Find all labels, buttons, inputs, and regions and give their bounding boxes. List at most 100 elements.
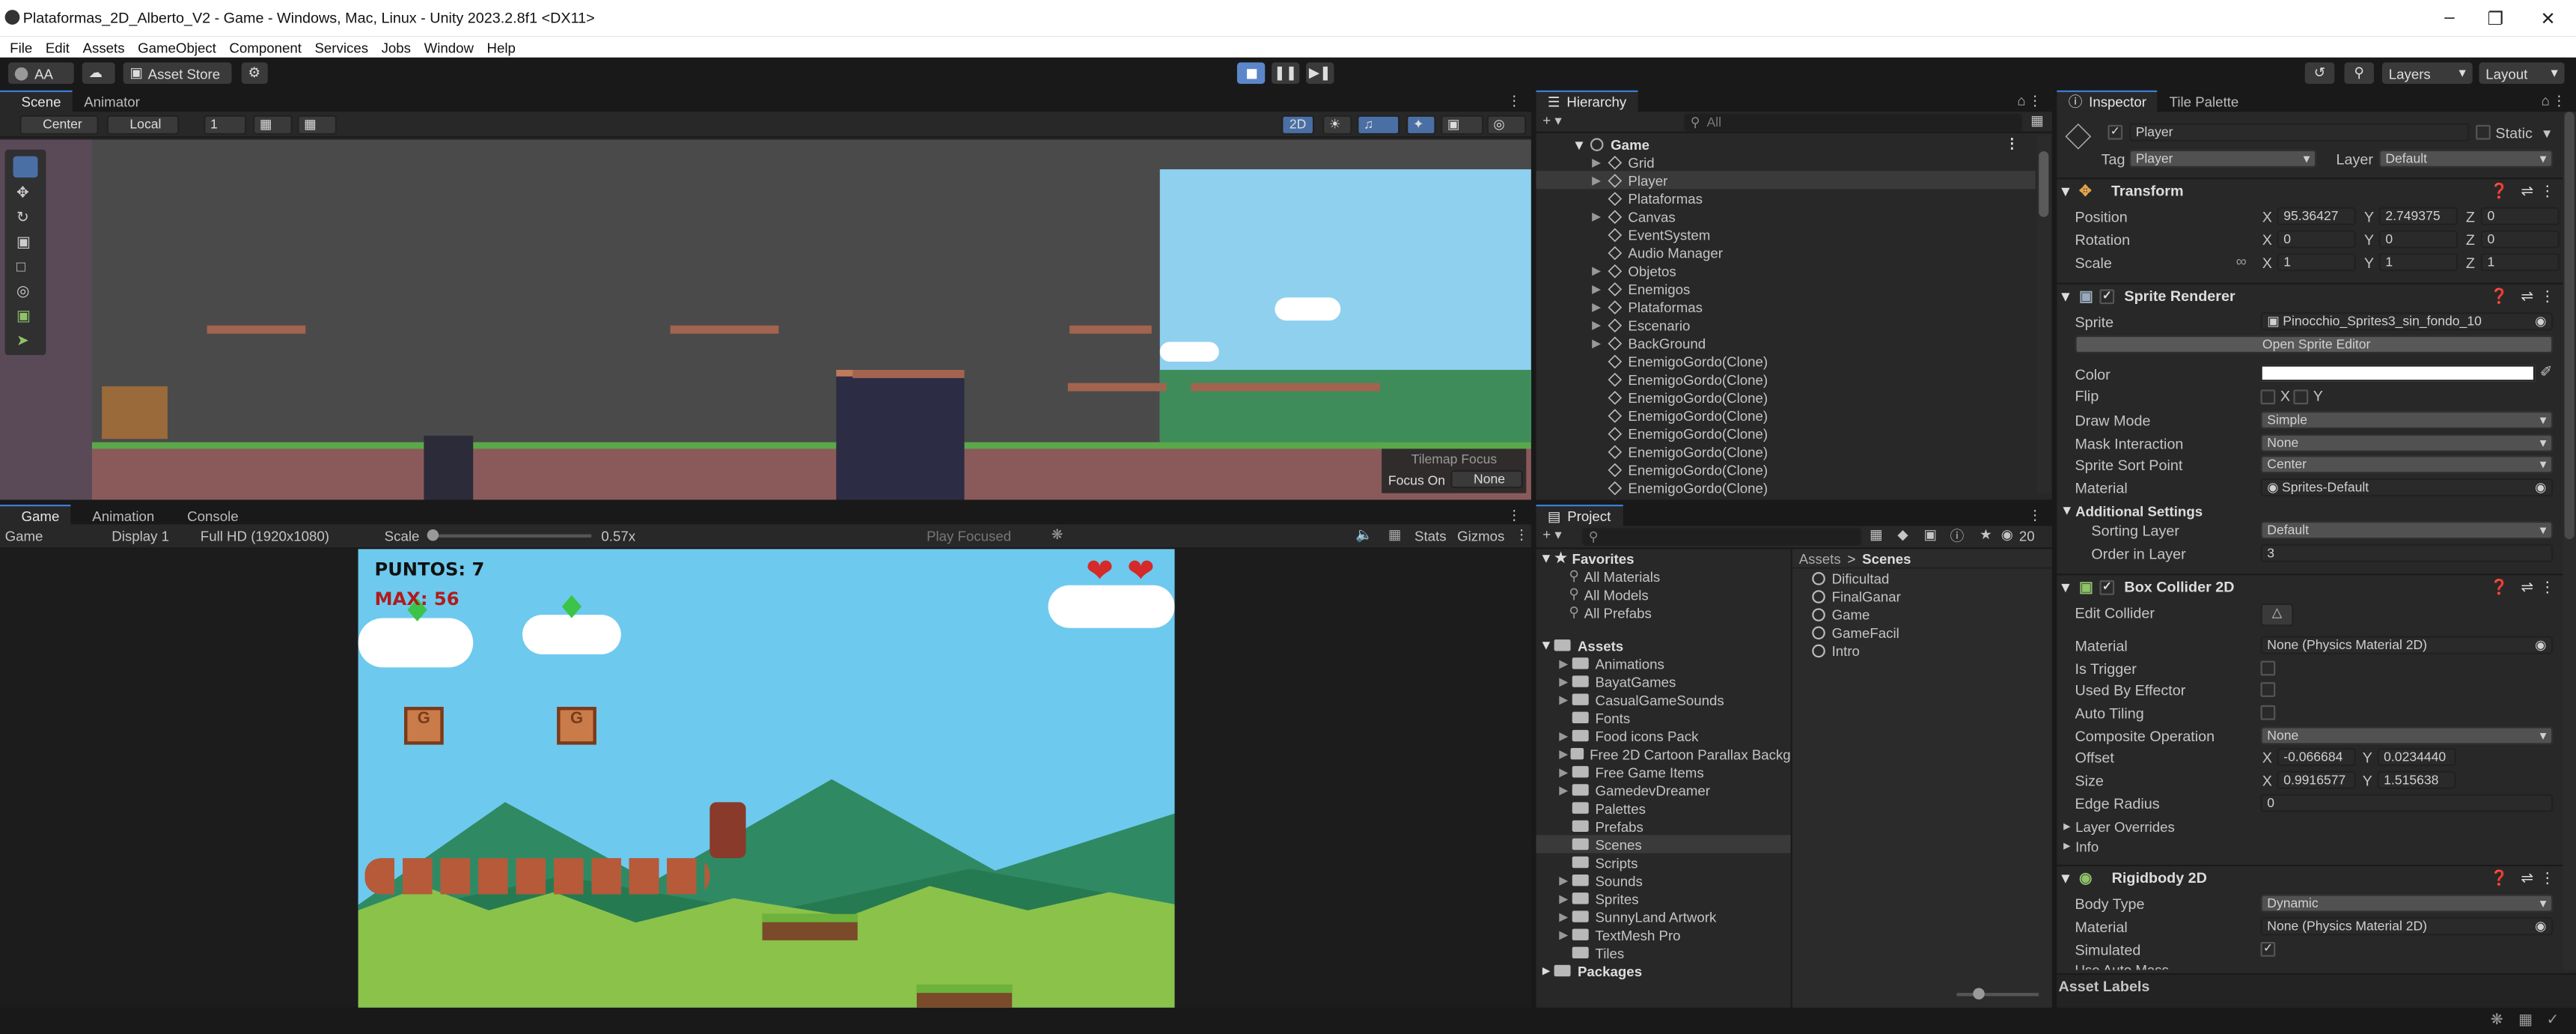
kebab-menu-icon[interactable]: ⋮ — [1507, 92, 1522, 110]
scale-slider[interactable] — [427, 529, 592, 541]
pause-button[interactable]: ❚❚ — [1272, 62, 1300, 84]
menu-file[interactable]: File — [10, 39, 32, 55]
hierarchy-item[interactable]: EnemigoGordo(Clone) — [1536, 496, 2035, 500]
project-search-input[interactable]: ⚲ — [1581, 527, 1862, 546]
menu-assets[interactable]: Assets — [83, 39, 125, 55]
sprite-renderer-header[interactable]: ▾ ▣ ✓ Sprite Renderer ❓ ⇌ ⋮ — [2057, 282, 2563, 308]
create-asset-button[interactable]: + ▾ — [1542, 526, 1561, 544]
hierarchy-item[interactable]: ▶ Grid — [1536, 153, 2035, 171]
cloud-button[interactable]: ☁ — [82, 62, 115, 84]
asset-folder[interactable]: ▶ Food icons Pack — [1536, 726, 1790, 744]
asset-store-button[interactable]: ▣ Asset Store — [123, 62, 232, 84]
scene-file[interactable]: GameFacil — [1792, 623, 2052, 641]
tab-tile-palette[interactable]: Tile Palette — [2158, 91, 2250, 112]
grid-snap-field[interactable]: 1 — [204, 114, 247, 134]
display-mode-dropdown[interactable]: Game — [5, 528, 43, 544]
asset-labels-bar[interactable]: Asset Labels — [2057, 973, 2576, 1008]
tab-animation[interactable]: Animation — [71, 505, 166, 526]
offset-y-field[interactable]: 0.0234440 — [2377, 747, 2456, 767]
asset-folder[interactable]: Tiles — [1536, 943, 1790, 961]
menu-window[interactable]: Window — [424, 39, 474, 55]
additional-settings-foldout[interactable]: ▾ Additional Settings — [2063, 502, 2203, 520]
object-picker-icon[interactable]: ◉ — [2535, 314, 2546, 329]
preset-icon[interactable]: ⇌ — [2521, 287, 2533, 305]
auto-tiling-checkbox[interactable] — [2260, 705, 2276, 720]
custom-tool-icon[interactable]: ▣ — [16, 308, 31, 326]
flip-y-checkbox[interactable] — [2293, 389, 2309, 405]
pivot-dropdown[interactable]: Center — [19, 114, 99, 134]
shortcuts-icon[interactable]: ▦ — [1388, 526, 1402, 544]
simulated-checkbox[interactable]: ✓ — [2260, 942, 2276, 957]
move-tool-icon[interactable]: ✥ — [16, 184, 29, 202]
tab-hierarchy[interactable]: ☰ Hierarchy — [1536, 90, 1638, 112]
tab-inspector[interactable]: ⓘ Inspector — [2057, 90, 2158, 112]
scale-tool-icon[interactable]: ▣ — [16, 234, 31, 252]
static-checkbox[interactable] — [2476, 124, 2491, 140]
info-icon[interactable]: ⓘ — [1950, 526, 1965, 546]
network-icon[interactable]: ▦ — [2518, 1011, 2533, 1029]
inspector-scrollbar[interactable] — [2563, 112, 2576, 970]
scene-file[interactable]: Intro — [1792, 641, 2052, 659]
chevron-down-icon[interactable]: ▾ — [2543, 125, 2551, 143]
hierarchy-item[interactable]: ▶ Player — [1536, 171, 2036, 189]
preset-icon[interactable]: ⇌ — [2521, 182, 2533, 200]
sprite-object-field[interactable]: ▣ Pinocchio_Sprites3_sin_fondo_10 ◉ — [2260, 312, 2554, 331]
transform-x-field[interactable]: 1 — [2277, 253, 2356, 272]
open-sprite-editor-button[interactable]: Open Sprite Editor — [2075, 335, 2554, 354]
menu-component[interactable]: Component — [229, 39, 301, 55]
eyedropper-icon[interactable]: ✐ — [2540, 363, 2553, 381]
transform-y-field[interactable]: 0 — [2378, 230, 2458, 249]
sr-material-field[interactable]: ◉ Sprites-Default ◉ — [2260, 478, 2554, 497]
sprite-renderer-enabled-checkbox[interactable]: ✓ — [2099, 288, 2115, 304]
hierarchy-search-input[interactable]: ⚲ All — [1684, 113, 2023, 132]
rect-tool-icon[interactable]: □ — [16, 258, 25, 275]
layers-dropdown[interactable]: Layers ▾ — [2381, 62, 2473, 84]
space-dropdown[interactable]: Local — [106, 114, 180, 134]
info-foldout[interactable]: ▸ Info — [2063, 837, 2099, 855]
color-swatch[interactable] — [2260, 365, 2536, 382]
transform-tool-icon[interactable]: ◎ — [16, 283, 29, 301]
gizmos-dropdown[interactable]: Gizmos — [1457, 528, 1504, 544]
preset-icon[interactable]: ⇌ — [2521, 578, 2533, 596]
favorite-item[interactable]: ⚲ All Models — [1536, 586, 1790, 603]
stats-button[interactable]: Stats — [1414, 528, 1447, 544]
step-button[interactable]: ▶❚ — [1306, 62, 1334, 84]
hierarchy-item[interactable]: ▶ Canvas — [1536, 207, 2035, 225]
favorite-item[interactable]: ⚲ All Materials — [1536, 567, 1790, 585]
play-button[interactable] — [1236, 62, 1266, 84]
maximize-button[interactable]: ❐ — [2471, 0, 2521, 36]
scrollbar-thumb[interactable] — [2564, 112, 2575, 540]
bc-material-field[interactable]: None (Physics Material 2D) ◉ — [2260, 636, 2554, 654]
breadcrumb-assets[interactable]: Assets — [1799, 550, 1841, 566]
slider-handle[interactable] — [427, 529, 439, 541]
increment-snap-toggle[interactable]: ▦ — [297, 114, 338, 134]
help-icon[interactable]: ❓ — [2490, 869, 2509, 886]
display-dropdown[interactable]: Display 1 — [112, 528, 169, 544]
asset-folder[interactable]: ▶ TextMesh Pro — [1536, 925, 1790, 943]
account-button[interactable]: AA — [7, 62, 74, 84]
edge-radius-field[interactable]: 0 — [2260, 794, 2554, 812]
flip-x-checkbox[interactable] — [2260, 389, 2276, 405]
hierarchy-item[interactable]: EnemigoGordo(Clone) — [1536, 352, 2035, 370]
asset-folder[interactable]: ▶ Sounds — [1536, 872, 1790, 889]
box-collider-enabled-checkbox[interactable]: ✓ — [2099, 579, 2115, 594]
transform-z-field[interactable]: 1 — [2480, 253, 2560, 272]
help-icon[interactable]: ❓ — [2490, 578, 2509, 596]
hierarchy-item[interactable]: ▶ Objetos — [1536, 261, 2035, 279]
hierarchy-item[interactable]: ▶ Plataformas — [1536, 297, 2035, 315]
kebab-menu-icon[interactable]: ⋮ — [2540, 287, 2555, 305]
object-picker-icon[interactable]: ◉ — [2535, 638, 2546, 653]
asset-folder[interactable]: ▶ Sprites — [1536, 889, 1790, 907]
kebab-menu-icon[interactable]: ⋮ — [2540, 578, 2555, 596]
bug-icon[interactable]: ❋ — [1052, 526, 1063, 544]
composite-operation-dropdown[interactable]: None ▾ — [2260, 726, 2554, 745]
rb-material-field[interactable]: None (Physics Material 2D) ◉ — [2260, 917, 2554, 936]
favorites-header[interactable]: ▾ ★ Favorites — [1536, 549, 1790, 567]
help-icon[interactable]: ❓ — [2490, 287, 2509, 305]
kebab-menu-icon[interactable]: ⋮ — [1507, 506, 1522, 524]
offset-x-field[interactable]: -0.066684 — [2277, 747, 2356, 767]
lock-icon[interactable]: ⌂ — [2017, 92, 2025, 109]
camera-dropdown[interactable]: ▣ — [1441, 114, 1484, 134]
filter-type-icon[interactable]: ▦ — [1870, 526, 1883, 544]
tab-scene[interactable]: Scene — [0, 90, 73, 112]
